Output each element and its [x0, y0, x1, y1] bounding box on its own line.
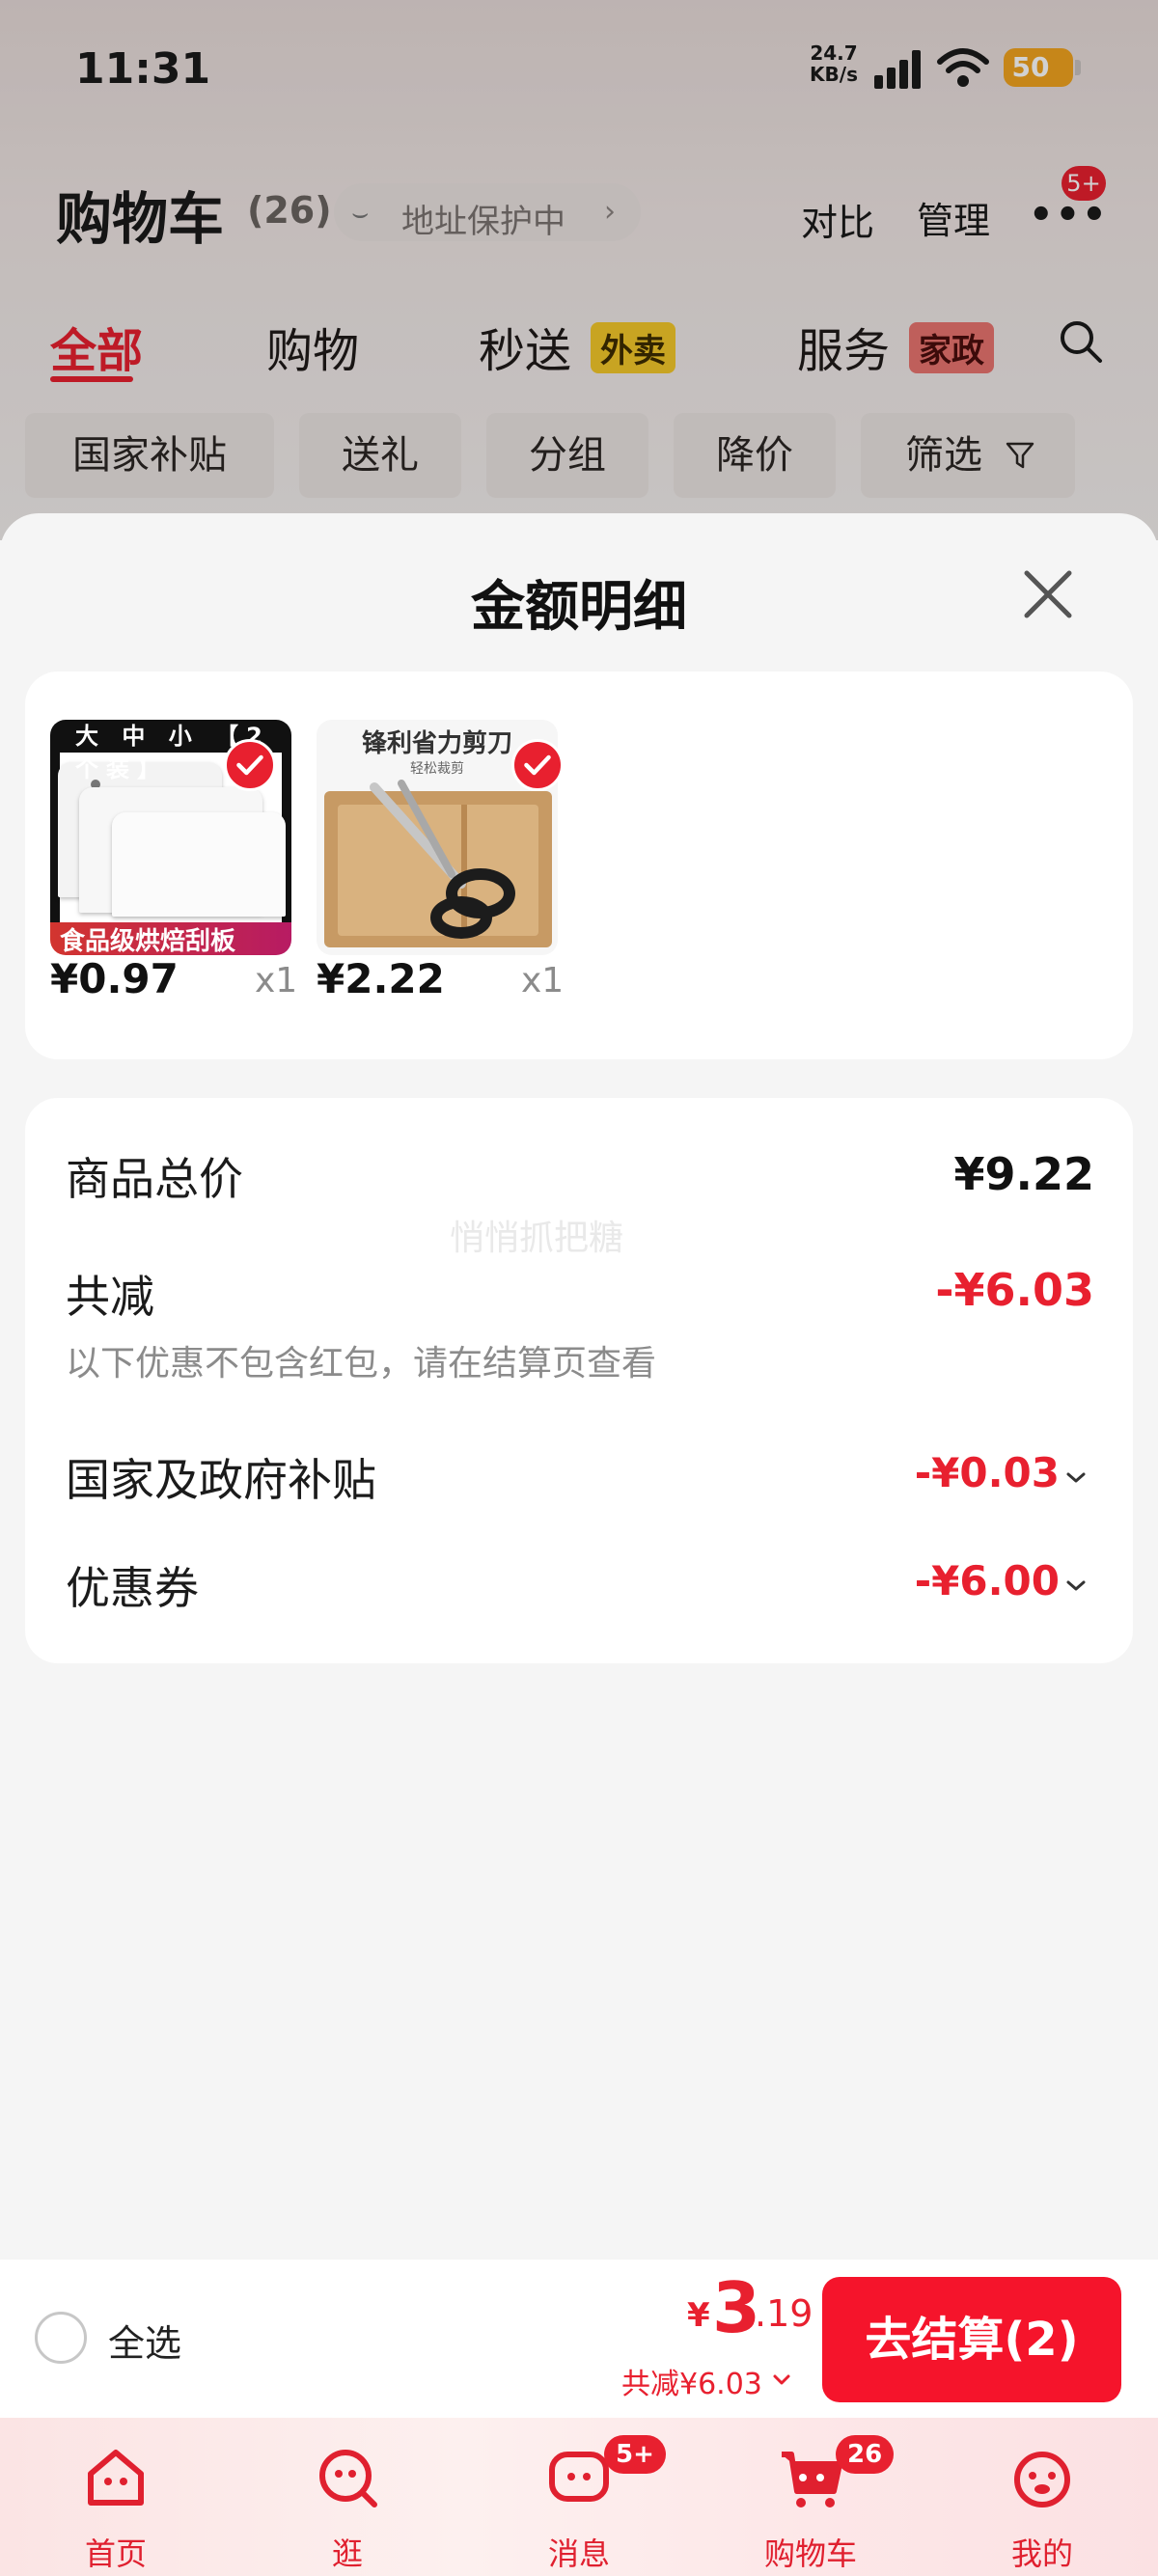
amount-summary-card: 商品总价 ¥9.22 悄悄抓把糖 共减 -¥6.03 以下优惠不包含红包，请在结… — [25, 1098, 1133, 1663]
nav-home[interactable]: 首页 — [48, 2427, 183, 2572]
total-reduction-label: 共减 — [66, 1271, 154, 1323]
nav-messages[interactable]: 消息 5+ — [511, 2427, 666, 2572]
total-currency: ¥ — [687, 2296, 710, 2335]
product-qty: x1 — [255, 961, 298, 1000]
product-item[interactable]: 锋利省力剪刀 轻松裁剪 ¥2.22 x1 — [317, 720, 564, 1009]
nav-label: 消息 — [547, 2535, 610, 2572]
total-integer: 3 — [712, 2267, 761, 2348]
product-item[interactable]: 大 中 小 【2个装】 食品级烘焙刮板 ¥0.97 x1 — [50, 720, 297, 1009]
chevron-down-icon[interactable] — [772, 2370, 791, 2389]
nav-label: 我的 — [1010, 2535, 1073, 2572]
product-price: ¥0.97 — [50, 955, 179, 1002]
select-all-radio[interactable] — [35, 2312, 87, 2364]
total-reduction-value: -¥6.03 — [935, 1264, 1094, 1316]
nav-browse[interactable]: 逛 — [280, 2427, 415, 2572]
nav-label: 逛 — [331, 2535, 363, 2572]
selected-products-card: 大 中 小 【2个装】 食品级烘焙刮板 ¥0.97 x1 锋利省力剪刀 轻松裁剪 — [25, 671, 1133, 1059]
sheet-title: 金额明细 — [471, 576, 687, 639]
page: 11:31 24.7 KB/s 50 购物车 (26) ⌣ 地址保护中 › 对比… — [0, 0, 1158, 2576]
profile-icon — [1014, 2452, 1070, 2507]
amount-detail-sheet: 金额明细 大 中 小 【2个装】 食品级烘焙刮板 ¥0.97 x1 锋利省力剪刀… — [0, 513, 1158, 2260]
total-price-value: ¥9.22 — [953, 1148, 1094, 1200]
chevron-down-icon[interactable] — [1065, 1466, 1087, 1488]
subsidy-value[interactable]: -¥0.03 — [915, 1449, 1060, 1496]
nav-badge: 5+ — [604, 2435, 666, 2474]
watermark: 悄悄抓把糖 — [450, 1219, 624, 1258]
total-decimal: .19 — [755, 2292, 813, 2335]
total-price-label: 商品总价 — [66, 1153, 243, 1205]
close-icon[interactable] — [1017, 563, 1079, 625]
subsidy-label: 国家及政府补贴 — [66, 1454, 376, 1506]
product-band-bottom: 食品级烘焙刮板 — [50, 922, 291, 955]
product-qty: x1 — [521, 961, 565, 1000]
dim-overlay[interactable] — [0, 0, 1158, 540]
nav-label: 首页 — [84, 2535, 147, 2572]
checkmark-icon[interactable] — [511, 739, 564, 791]
home-icon — [88, 2450, 144, 2506]
nav-label: 购物车 — [763, 2535, 857, 2572]
select-all-label[interactable]: 全选 — [108, 2314, 181, 2367]
nav-profile[interactable]: 我的 — [975, 2427, 1110, 2572]
chevron-down-icon[interactable] — [1065, 1575, 1087, 1596]
discount-note: 以下优惠不包含红包，请在结算页查看 — [66, 1344, 657, 1384]
cart-background: 11:31 24.7 KB/s 50 购物车 (26) ⌣ 地址保护中 › 对比… — [0, 0, 1158, 540]
checkout-bar: 全选 ¥ 3 .19 共减¥6.03 去结算(2) — [0, 2260, 1158, 2418]
coupon-label: 优惠券 — [66, 1562, 199, 1614]
checkmark-icon[interactable] — [224, 739, 276, 791]
browse-icon — [319, 2450, 377, 2507]
bottom-nav: 首页 逛 消息 5+ 购物车 26 我的 — [0, 2418, 1158, 2576]
product-price: ¥2.22 — [317, 955, 445, 1002]
checkout-button[interactable]: 去结算(2) — [822, 2277, 1121, 2402]
coupon-value[interactable]: -¥6.00 — [915, 1557, 1060, 1604]
nav-badge: 26 — [836, 2435, 895, 2474]
total-discount[interactable]: 共减¥6.03 — [621, 2360, 762, 2402]
nav-cart[interactable]: 购物车 26 — [743, 2427, 895, 2572]
